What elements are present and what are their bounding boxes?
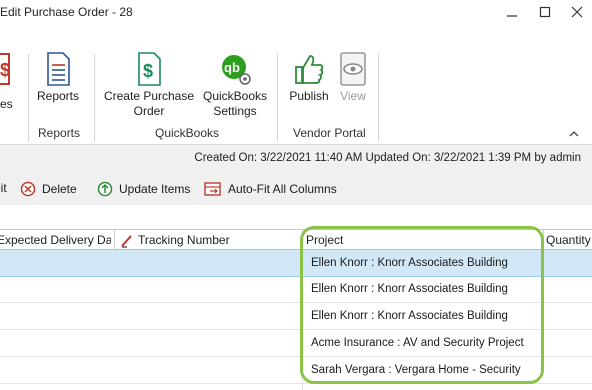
auto-fit-icon <box>204 181 222 197</box>
close-icon <box>571 6 583 18</box>
highlight-box <box>300 226 544 384</box>
auto-fit-columns-label: Auto-Fit All Columns <box>228 182 337 196</box>
partial-ribbon-label: es <box>0 97 13 111</box>
column-header-expected-delivery-date[interactable]: Expected Delivery Date <box>0 230 111 250</box>
update-items-label: Update Items <box>119 182 191 196</box>
created-updated-text: Created On: 3/22/2021 11:40 AM Updated O… <box>194 152 581 164</box>
reports-icon <box>47 52 70 86</box>
quickbooks-settings-button[interactable]: qb QuickBooks Settings <box>200 52 270 119</box>
arrow-up-circle-icon <box>97 181 113 197</box>
delete-button[interactable]: Delete <box>20 181 77 197</box>
maximize-button[interactable] <box>528 0 562 24</box>
view-button-label: View <box>340 89 366 103</box>
publish-button-label: Publish <box>289 89 329 103</box>
column-header-tracking-number[interactable]: Tracking Number <box>138 230 230 250</box>
invoice-icon: $ <box>0 53 10 85</box>
create-purchase-order-button[interactable]: $ Create Purchase Order <box>103 52 195 119</box>
auto-fit-columns-button[interactable]: Auto-Fit All Columns <box>204 181 337 197</box>
create-purchase-order-label: Create Purchase Order <box>103 89 195 118</box>
minimize-button[interactable] <box>495 0 529 24</box>
partial-ribbon-button[interactable]: $ es <box>0 52 13 111</box>
window-title: Edit Purchase Order - 28 <box>0 5 133 19</box>
maximize-icon <box>539 6 551 18</box>
quickbooks-group-label: QuickBooks <box>155 126 220 140</box>
info-bar: Created On: 3/22/2021 11:40 AM Updated O… <box>0 145 592 174</box>
quickbooks-settings-label: QuickBooks Settings <box>202 89 268 118</box>
edit-button-label: lit <box>0 181 7 195</box>
purchase-order-icon: $ <box>138 52 161 86</box>
group-separator <box>378 54 379 142</box>
thumbs-up-icon <box>295 55 324 84</box>
svg-text:$: $ <box>0 60 10 80</box>
group-separator <box>94 54 95 142</box>
reports-group-label: Reports <box>38 126 81 140</box>
publish-button[interactable]: Publish <box>287 52 331 104</box>
edit-button[interactable]: lit <box>0 181 7 195</box>
svg-text:$: $ <box>143 61 153 81</box>
collapse-ribbon-button[interactable] <box>568 128 580 142</box>
ribbon: $ es Reports Reports $ Create Purchase O… <box>0 24 592 145</box>
svg-text:qb: qb <box>224 60 240 75</box>
minimize-icon <box>507 15 517 17</box>
group-separator <box>277 54 278 142</box>
close-button[interactable] <box>560 0 592 24</box>
tracking-pencil-icon <box>120 230 134 250</box>
items-toolbar: lit Delete Update Items Auto-Fit All Col… <box>0 173 592 205</box>
chevron-up-icon <box>569 131 579 137</box>
reports-button-label: Reports <box>36 89 80 103</box>
update-items-button[interactable]: Update Items <box>97 181 190 197</box>
view-eye-icon <box>340 52 366 86</box>
reports-button[interactable]: Reports <box>36 52 80 104</box>
delete-button-label: Delete <box>42 182 77 196</box>
column-header-quantity[interactable]: Quantity <box>546 230 591 250</box>
quickbooks-gear-icon: qb <box>222 55 251 85</box>
view-button[interactable]: View <box>338 52 368 104</box>
group-separator <box>28 54 29 142</box>
title-bar: Edit Purchase Order - 28 <box>0 0 592 24</box>
vendor-portal-group-label: Vendor Portal <box>293 126 366 140</box>
delete-icon <box>20 181 36 197</box>
